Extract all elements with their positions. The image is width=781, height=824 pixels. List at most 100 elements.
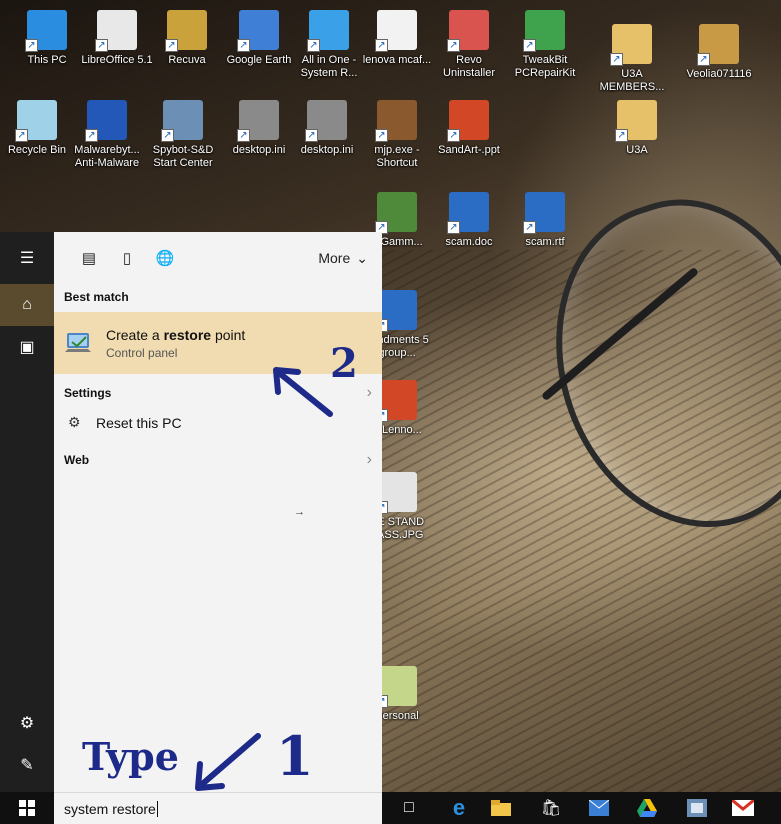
desktop-icon-label: Veolia071116 — [686, 68, 752, 80]
desktop-icon[interactable]: ↗ desktop.ini — [290, 100, 364, 157]
shortcut-arrow-icon: ↗ — [523, 221, 536, 234]
desktop-icon[interactable]: ↗ TweakBit PCRepairKit — [508, 10, 582, 80]
desktop-icon[interactable]: ↗ scam.rtf — [508, 192, 582, 249]
revo-icon: ↗ — [447, 10, 489, 52]
desktop-icon-label: All in One - System R... — [300, 54, 358, 79]
powerpoint-icon: ↗ — [447, 100, 489, 142]
store-icon[interactable]: 🛍 — [538, 796, 564, 820]
notebook-icon[interactable]: ▣ — [0, 326, 54, 368]
settings-gear-icon[interactable]: ⚙ — [0, 702, 54, 744]
word-doc-icon: ↗ — [523, 192, 565, 234]
recycle-bin-icon: ↗ — [15, 100, 57, 142]
google-drive-icon[interactable] — [634, 796, 660, 820]
desktop-icon-label: U3A — [626, 144, 648, 156]
reset-this-pc-label: Reset this PC — [96, 414, 182, 431]
folder-icon: ↗ — [610, 24, 652, 66]
internet-explorer-icon: ↗ — [307, 10, 349, 52]
best-match-subtitle: Control panel — [106, 345, 178, 360]
home-icon[interactable]: ⌂ — [0, 284, 54, 326]
settings-header: Settings — [64, 386, 112, 400]
documents-filter-icon[interactable]: ▯ — [112, 243, 142, 273]
desktop-icon[interactable]: ↗ LibreOffice 5.1 — [80, 10, 154, 67]
shortcut-arrow-icon: ↗ — [15, 129, 28, 142]
image-icon: ↗ — [375, 472, 417, 514]
shortcut-arrow-icon: ↗ — [447, 221, 460, 234]
desktop-icon[interactable]: ↗ Spybot-S&D Start Center — [146, 100, 220, 170]
desktop-icon[interactable]: ↗ desktop.ini — [222, 100, 296, 157]
shortcut-arrow-icon: ↗ — [615, 129, 628, 142]
desktop-icon[interactable]: ↗ Revo Uninstaller — [432, 10, 506, 80]
hamburger-icon[interactable]: ☰ — [0, 232, 54, 284]
desktop-icon[interactable]: ↗ Recuva — [150, 10, 224, 67]
edge-icon[interactable]: e — [446, 795, 472, 820]
globe-app-icon: ↗ — [375, 192, 417, 234]
desktop-icon[interactable]: ↗ Malwarebyt... Anti-Malware — [70, 100, 144, 170]
desktop-icon-label: Revo Uninstaller — [443, 54, 495, 79]
shortcut-arrow-icon: ↗ — [161, 129, 174, 142]
recuva-icon: ↗ — [165, 10, 207, 52]
annotation-step-one: 1 — [276, 724, 314, 788]
apps-filter-icon[interactable]: ▤ — [74, 243, 104, 273]
annotation-arrow-one — [195, 733, 261, 791]
desktop-icon-label: Spybot-S&D Start Center — [152, 144, 214, 169]
app-icon: ↗ — [375, 100, 417, 142]
desktop-icon-label: Google Earth — [226, 54, 292, 66]
desktop-icon-label: Recuva — [168, 54, 206, 66]
shortcut-arrow-icon: ↗ — [165, 39, 178, 52]
desktop-icon[interactable]: ↗ mjp.exe - Shortcut — [360, 100, 434, 170]
desktop-icon[interactable]: ↗ SandArt-.ppt — [432, 100, 506, 157]
desktop-icon-label: TweakBit PCRepairKit — [514, 54, 576, 79]
chevron-right-icon: › — [366, 451, 372, 468]
desktop-icon[interactable]: ↗ Google Earth — [222, 10, 296, 67]
gmail-icon[interactable] — [730, 796, 756, 820]
app-icon[interactable] — [684, 796, 710, 820]
shortcut-arrow-icon: ↗ — [375, 129, 388, 142]
shortcut-arrow-icon: ↗ — [237, 39, 250, 52]
more-label: More — [318, 250, 351, 266]
mail-app-icon[interactable] — [586, 796, 612, 820]
search-results-panel: ▤ ▯ 🌐 More ⌄ Best match Create a restore… — [54, 232, 382, 792]
windows-start-button[interactable] — [0, 792, 54, 824]
settings-file-icon: ↗ — [305, 100, 347, 142]
windows-logo-icon — [19, 800, 35, 816]
shortcut-arrow-icon: ↗ — [307, 39, 320, 52]
annotation-arrow-two — [273, 367, 333, 417]
spybot-icon: ↗ — [161, 100, 203, 142]
restore-point-icon — [64, 330, 94, 356]
folder-icon: ↗ — [615, 100, 657, 142]
task-view-icon[interactable]: □ — [396, 796, 422, 820]
desktop-icon-label: Malwarebyt... Anti-Malware — [74, 144, 140, 169]
desktop-icon[interactable]: ↗ This PC — [10, 10, 84, 67]
shortcut-arrow-icon: ↗ — [305, 129, 318, 142]
folder-icon: ↗ — [375, 666, 417, 708]
web-header: Web — [64, 453, 90, 467]
desktop-icon-label: scam.doc — [445, 236, 493, 248]
chevron-right-icon: › — [366, 384, 372, 401]
desktop-icon[interactable]: ↗ scam.doc — [432, 192, 506, 249]
small-arrow-icon: → — [294, 506, 305, 518]
gear-icon: ⚙ — [68, 414, 81, 430]
shortcut-arrow-icon: ↗ — [237, 129, 250, 142]
shortcut-arrow-icon: ↗ — [85, 129, 98, 142]
web-section[interactable]: Web › — [54, 441, 382, 475]
file-explorer-icon[interactable] — [488, 796, 514, 820]
desktop-icon[interactable]: ↗ Recycle Bin — [0, 100, 74, 157]
desktop-icon[interactable]: ↗ U3A MEMBERS... — [595, 24, 669, 94]
desktop-icon[interactable]: ↗ Veolia071116 — [682, 24, 756, 81]
shortcut-arrow-icon: ↗ — [25, 39, 38, 52]
desktop-icon[interactable]: ↗ lenova mcaf... — [360, 10, 434, 67]
shortcut-arrow-icon: ↗ — [95, 39, 108, 52]
more-filters-button[interactable]: More ⌄ — [318, 250, 368, 267]
tweakbit-icon: ↗ — [523, 10, 565, 52]
best-match-title: Create a restore point — [106, 326, 246, 343]
web-filter-icon[interactable]: 🌐 — [150, 243, 180, 273]
feedback-icon[interactable]: ✎ — [0, 744, 54, 786]
desktop-icon[interactable]: ↗ All in One - System R... — [292, 10, 366, 80]
shortcut-arrow-icon: ↗ — [610, 53, 623, 66]
desktop-icon[interactable]: ↗ U3A — [600, 100, 674, 157]
desktop-icon-label: Recycle Bin — [7, 144, 67, 156]
malwarebytes-icon: ↗ — [85, 100, 127, 142]
doc-icon: ↗ — [375, 290, 417, 332]
annotation-type-label: Type — [82, 734, 179, 779]
desktop-icon-label: lenova mcaf... — [362, 54, 432, 66]
